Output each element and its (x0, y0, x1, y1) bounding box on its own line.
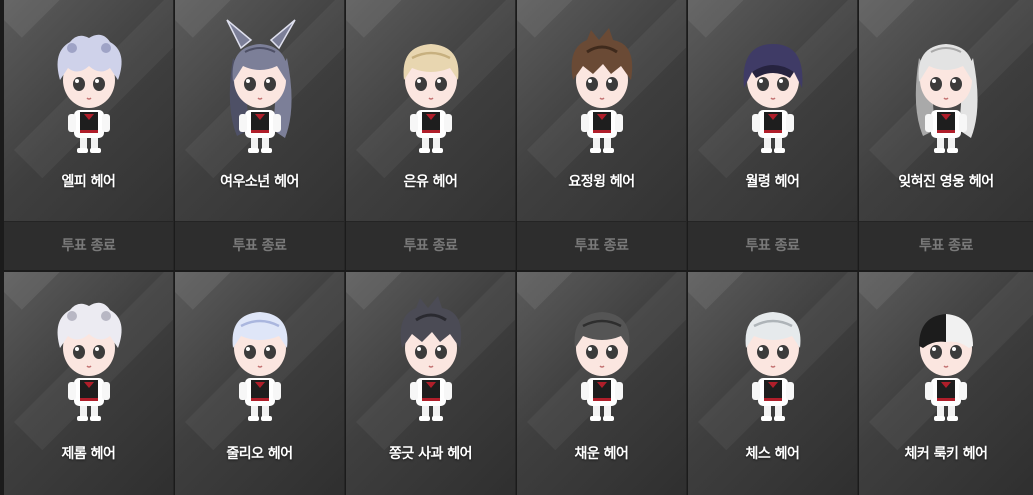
hair-name: 채운 헤어 (574, 446, 629, 462)
hair-name: 여우소년 헤어 (220, 174, 299, 190)
vote-status-bar: 투표 종료 (346, 221, 515, 270)
hair-name: 월령 헤어 (745, 174, 800, 190)
hair-card[interactable]: 쫑긋 사과 헤어 (346, 272, 516, 495)
character-avatar-icon (400, 296, 461, 421)
hair-card[interactable]: 체커 룩키 헤어 (859, 272, 1033, 495)
character-avatar-icon (743, 44, 802, 153)
character-avatar-icon (57, 302, 122, 421)
hair-name: 줄리오 헤어 (226, 446, 293, 462)
vote-ended-label: 투표 종료 (403, 238, 458, 254)
vote-ended-label: 투표 종료 (745, 238, 800, 254)
hair-name: 잊혀진 영웅 헤어 (898, 174, 994, 190)
vote-status-bar: 투표 종료 (859, 221, 1033, 270)
hair-card[interactable]: 월령 헤어 투표 종료 (688, 0, 858, 270)
character-avatar-icon (232, 312, 287, 421)
vote-status-bar: 투표 종료 (4, 221, 173, 270)
hair-card[interactable]: 잊혀진 영웅 헤어 투표 종료 (859, 0, 1033, 270)
vote-ended-label: 투표 종료 (61, 238, 116, 254)
character-avatar-icon (403, 44, 458, 153)
vote-status-bar: 투표 종료 (175, 221, 344, 270)
hair-card[interactable]: 은유 헤어 투표 종료 (346, 0, 516, 270)
character-avatar-icon (745, 312, 800, 421)
vote-status-bar: 투표 종료 (688, 221, 857, 270)
character-avatar-icon (57, 34, 122, 153)
vote-ended-label: 투표 종료 (574, 238, 629, 254)
hair-name: 요정윙 헤어 (568, 174, 635, 190)
hair-name: 엘피 헤어 (61, 174, 116, 190)
vote-status-bar: 투표 종료 (517, 221, 686, 270)
hair-name: 체커 룩키 헤어 (904, 446, 988, 462)
hair-card[interactable]: 여우소년 헤어 투표 종료 (175, 0, 345, 270)
hair-card[interactable]: 요정윙 헤어 투표 종료 (517, 0, 687, 270)
hair-card[interactable]: 체스 헤어 (688, 272, 858, 495)
hair-name: 체스 헤어 (745, 446, 800, 462)
hair-card[interactable]: 제롬 헤어 (4, 272, 174, 495)
character-avatar-icon (571, 28, 632, 153)
character-avatar-icon (915, 44, 978, 153)
hair-card[interactable]: 채운 헤어 (517, 272, 687, 495)
character-avatar-icon (574, 312, 629, 421)
hair-name: 제롬 헤어 (61, 446, 116, 462)
character-avatar-icon (919, 314, 973, 421)
character-avatar-icon (225, 19, 296, 153)
vote-ended-label: 투표 종료 (919, 238, 973, 254)
hair-vote-grid: 엘피 헤어 투표 종료 여우소년 헤어 투표 종료 은유 헤어 투표 종료 요정… (0, 0, 1033, 495)
hair-name: 은유 헤어 (403, 174, 458, 190)
hair-card[interactable]: 엘피 헤어 투표 종료 (4, 0, 174, 270)
hair-name: 쫑긋 사과 헤어 (388, 446, 473, 462)
vote-ended-label: 투표 종료 (232, 238, 287, 254)
hair-card[interactable]: 줄리오 헤어 (175, 272, 345, 495)
